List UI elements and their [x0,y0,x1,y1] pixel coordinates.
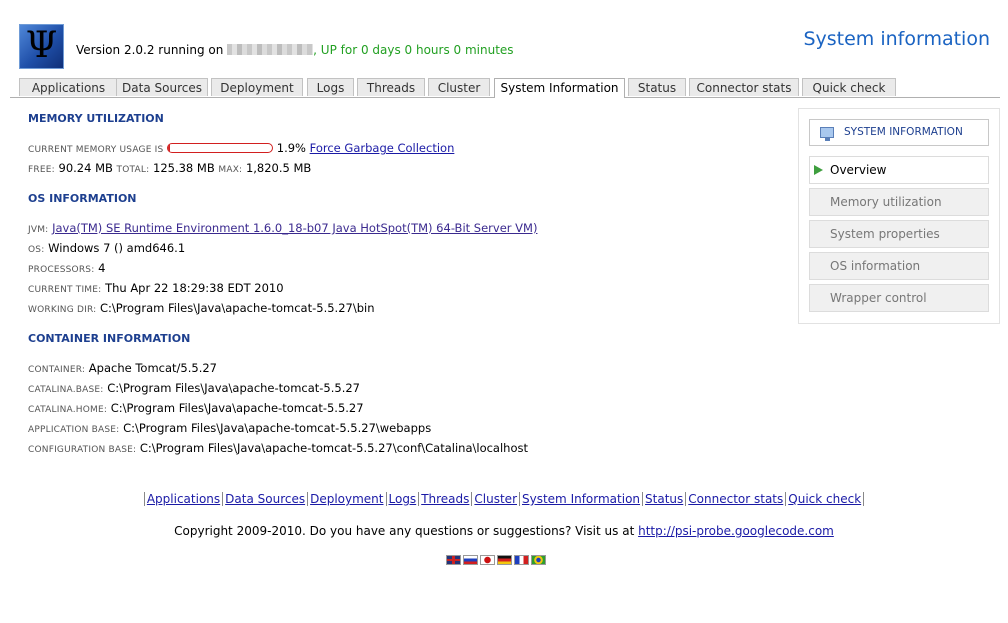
memory-stats-row: FREE: 90.24 MB TOTAL: 125.38 MB MAX: 1,8… [28,161,311,175]
tab-logs[interactable]: Logs [307,78,354,96]
footer-nav: Applications Data Sources Deployment Logs Th… [0,492,1008,506]
project-url-link[interactable]: http://psi-probe.googlecode.com [638,524,834,538]
brazil-flag-icon[interactable] [531,555,546,565]
language-flags [446,555,548,566]
footer-link-threads[interactable]: Threads [418,492,472,506]
catalina-base-label: CATALINA.BASE: [28,385,104,395]
hostname-redacted [227,44,314,55]
footer-link-system-information[interactable]: System Information [519,492,643,506]
total-value: 125.38 MB [153,161,215,175]
memory-usage-bar [167,143,274,153]
sidebar-item-label: Overview [830,163,887,177]
uptime-text: , UP for 0 days 0 hours 0 minutes [313,43,514,57]
france-flag-icon[interactable] [514,555,529,565]
application-base-value: C:\Program Files\Java\apache-tomcat-5.5.… [123,421,432,435]
footer-link-deployment[interactable]: Deployment [307,492,386,506]
germany-flag-icon[interactable] [497,555,512,565]
working-dir-label: WORKING DIR: [28,305,97,315]
russia-flag-icon[interactable] [463,555,478,565]
tab-data-sources[interactable]: Data Sources [116,78,208,96]
footer-link-cluster[interactable]: Cluster [471,492,519,506]
catalina-home-value: C:\Program Files\Java\apache-tomcat-5.5.… [110,401,364,415]
os-row: OS: Windows 7 () amd646.1 [28,241,185,255]
application-base-row: APPLICATION BASE: C:\Program Files\Java\… [28,421,431,435]
footer-link-logs[interactable]: Logs [385,492,419,506]
page-title: System information [803,28,990,50]
tab-system-information[interactable]: System Information [494,78,625,98]
copyright-line: Copyright 2009-2010. Do you have any que… [0,524,1008,538]
force-gc-link[interactable]: Force Garbage Collection [310,141,455,155]
memory-usage-fill [168,144,171,152]
tab-quick-check[interactable]: Quick check [802,78,896,96]
current-time-value: Thu Apr 22 18:29:38 EDT 2010 [105,281,284,295]
sidebar-item-label: Memory utilization [830,195,942,209]
uk-flag-icon[interactable] [446,555,461,565]
tab-connector-stats[interactable]: Connector stats [689,78,799,96]
japan-flag-icon[interactable] [480,555,495,565]
free-label: FREE: [28,165,55,175]
memory-section-title: MEMORY UTILIZATION [28,112,164,125]
tab-threads[interactable]: Threads [357,78,425,96]
container-row: CONTAINER: Apache Tomcat/5.5.27 [28,361,217,375]
memory-usage-row: CURRENT MEMORY USAGE IS 1.9% Force Garba… [28,141,454,155]
sidebar-item-label: OS information [830,259,921,273]
configuration-base-row: CONFIGURATION BASE: C:\Program Files\Jav… [28,441,528,455]
jvm-link[interactable]: Java(TM) SE Runtime Environment 1.6.0_18… [52,221,537,235]
configuration-base-label: CONFIGURATION BASE: [28,445,137,455]
footer-link-connector-stats[interactable]: Connector stats [685,492,786,506]
arrow-right-icon [814,165,823,175]
catalina-home-row: CATALINA.HOME: C:\Program Files\Java\apa… [28,401,364,415]
catalina-home-label: CATALINA.HOME: [28,405,108,415]
memory-usage-percent: 1.9% [276,141,306,155]
sidebar-item-wrapper-control[interactable]: Wrapper control [809,284,989,312]
jvm-label: JVM: [28,225,49,235]
container-value: Apache Tomcat/5.5.27 [88,361,217,375]
jvm-row: JVM: Java(TM) SE Runtime Environment 1.6… [28,221,537,235]
max-label: MAX: [218,165,243,175]
sidebar-item-label: System properties [830,227,940,241]
os-section-title: OS INFORMATION [28,192,137,205]
sidebar-item-label: Wrapper control [830,291,927,305]
current-time-label: CURRENT TIME: [28,285,102,295]
sidebar-item-system-properties[interactable]: System properties [809,220,989,248]
memory-usage-label: CURRENT MEMORY USAGE IS [28,145,164,155]
sidebar-item-overview[interactable]: Overview [809,156,989,184]
sidebar-heading: SYSTEM INFORMATION [809,119,989,146]
sidebar-heading-label: SYSTEM INFORMATION [844,126,963,138]
footer-link-applications[interactable]: Applications [143,492,223,506]
tab-status[interactable]: Status [628,78,686,96]
free-value: 90.24 MB [58,161,113,175]
os-label: OS: [28,245,45,255]
catalina-base-row: CATALINA.BASE: C:\Program Files\Java\apa… [28,381,360,395]
tab-deployment[interactable]: Deployment [211,78,303,96]
container-section-title: CONTAINER INFORMATION [28,332,191,345]
os-value: Windows 7 () amd646.1 [48,241,186,255]
sidebar-item-os-information[interactable]: OS information [809,252,989,280]
version-text: Version 2.0.2 running on [76,43,228,57]
processors-row: PROCESSORS: 4 [28,261,105,275]
psi-probe-logo: Ψ [19,24,64,69]
catalina-base-value: C:\Program Files\Java\apache-tomcat-5.5.… [107,381,361,395]
monitor-icon [820,127,834,141]
working-dir-row: WORKING DIR: C:\Program Files\Java\apach… [28,301,375,315]
processors-label: PROCESSORS: [28,265,95,275]
sidebar-item-memory-utilization[interactable]: Memory utilization [809,188,989,216]
system-info-sidebar: SYSTEM INFORMATION Overview Memory utili… [798,108,1000,324]
copyright-text: Copyright 2009-2010. Do you have any que… [174,524,639,538]
configuration-base-value: C:\Program Files\Java\apache-tomcat-5.5.… [139,441,529,455]
application-base-label: APPLICATION BASE: [28,425,120,435]
container-label: CONTAINER: [28,365,86,375]
main-tab-bar: Applications Data Sources Deployment Log… [10,78,1000,98]
tab-applications[interactable]: Applications [19,78,118,96]
footer-link-data-sources[interactable]: Data Sources [222,492,308,506]
footer-link-status[interactable]: Status [642,492,686,506]
max-value: 1,820.5 MB [245,161,312,175]
total-label: TOTAL: [116,165,150,175]
current-time-row: CURRENT TIME: Thu Apr 22 18:29:38 EDT 20… [28,281,284,295]
processors-value: 4 [98,261,106,275]
footer-link-quick-check[interactable]: Quick check [785,492,865,506]
version-status: Version 2.0.2 running on , UP for 0 days… [76,43,514,57]
working-dir-value: C:\Program Files\Java\apache-tomcat-5.5.… [100,301,375,315]
tab-cluster[interactable]: Cluster [428,78,490,96]
